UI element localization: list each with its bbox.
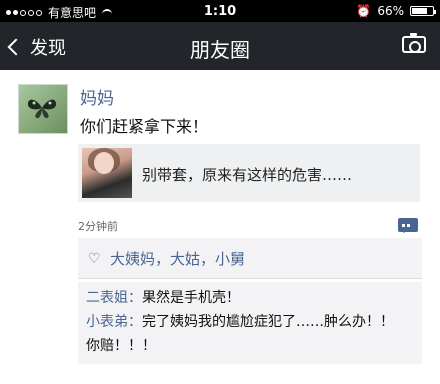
divider [78, 278, 422, 279]
post-text: 你们赶紧拿下来！ [80, 117, 209, 136]
link-thumbnail [82, 148, 132, 198]
likes-box: ♡ 大姨妈，大姑，小舅 [78, 238, 422, 278]
camera-icon[interactable] [402, 33, 426, 53]
comment-text: 果然是手机壳！ [142, 290, 240, 306]
comments-list: 二表姐：果然是手机壳！ 小表弟：完了姨妈我的尴尬症犯了……肿么办！！ 你赔！！！ [78, 282, 422, 364]
avatar[interactable] [18, 84, 68, 134]
likes-names[interactable]: 大姨妈，大姑，小舅 [110, 248, 245, 269]
battery-percent: 66% [377, 4, 404, 18]
status-right: ⏰ 66% [356, 4, 436, 18]
page-title: 朋友圈 [190, 38, 250, 62]
battery-icon [410, 6, 436, 16]
comment-text: 你赔！！！ [86, 338, 156, 354]
author-name[interactable]: 妈妈 [80, 84, 114, 109]
comment-item[interactable]: 小表弟：完了姨妈我的尴尬症犯了……肿么办！！ [78, 310, 422, 334]
comment-icon[interactable] [398, 218, 418, 233]
link-title: 别带套，原来有这样的危害…… [142, 166, 353, 184]
post-timestamp: 2分钟前 [78, 220, 118, 233]
commenter-name[interactable]: 二表姐： [86, 290, 142, 306]
commenter-name[interactable]: 小表弟： [86, 314, 142, 330]
comment-item[interactable]: 你赔！！！ [78, 334, 422, 358]
alarm-icon: ⏰ [356, 4, 372, 18]
comment-item[interactable]: 二表姐：果然是手机壳！ [78, 286, 422, 310]
shared-link-card[interactable]: 别带套，原来有这样的危害…… [78, 144, 420, 202]
comment-text: 完了姨妈我的尴尬症犯了……肿么办！！ [142, 314, 394, 330]
heart-icon: ♡ [88, 251, 101, 267]
butterfly-icon [27, 99, 57, 119]
status-bar: 有意思吧 1:10 ⏰ 66% [0, 0, 440, 22]
nav-bar: 发现 朋友圈 [0, 22, 440, 70]
